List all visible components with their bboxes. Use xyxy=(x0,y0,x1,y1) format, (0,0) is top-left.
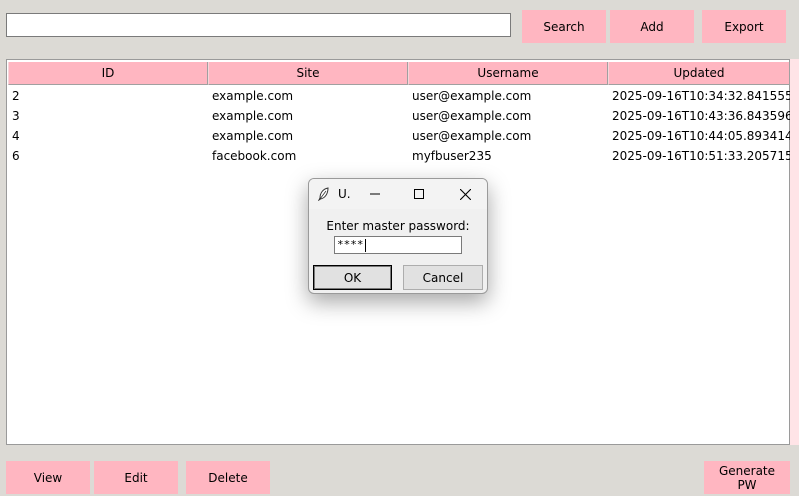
maximize-icon[interactable] xyxy=(409,185,429,203)
table-row[interactable]: 6 facebook.com myfbuser235 2025-09-16T10… xyxy=(7,147,793,167)
close-icon[interactable] xyxy=(455,185,475,203)
view-button[interactable]: View xyxy=(6,461,90,494)
master-password-field[interactable]: **** xyxy=(334,236,462,254)
cell-site: example.com xyxy=(212,109,294,123)
add-button[interactable]: Add xyxy=(610,10,694,43)
table-scroll-gutter xyxy=(790,59,799,445)
ok-button[interactable]: OK xyxy=(313,265,392,290)
search-input[interactable] xyxy=(6,13,511,37)
dialog-title: U. xyxy=(338,187,351,201)
cell-username: user@example.com xyxy=(412,89,532,103)
edit-button[interactable]: Edit xyxy=(94,461,178,494)
search-button[interactable]: Search xyxy=(522,10,606,43)
cell-site: example.com xyxy=(212,129,294,143)
column-header-id[interactable]: ID xyxy=(8,62,208,85)
cell-site: facebook.com xyxy=(212,149,297,163)
column-header-updated[interactable]: Updated xyxy=(608,62,790,85)
table-row[interactable]: 3 example.com user@example.com 2025-09-1… xyxy=(7,107,793,127)
cell-id: 2 xyxy=(12,89,20,103)
dialog-titlebar[interactable]: U. xyxy=(309,179,487,209)
cell-site: example.com xyxy=(212,89,294,103)
cell-updated: 2025-09-16T10:44:05.893414 xyxy=(612,129,793,143)
password-prompt-label: Enter master password: xyxy=(326,219,470,233)
feather-icon xyxy=(317,187,330,202)
minimize-icon[interactable] xyxy=(365,185,385,203)
top-toolbar: Search Add Export xyxy=(0,0,799,52)
cell-updated: 2025-09-16T10:34:32.841555 xyxy=(612,89,793,103)
table-row[interactable]: 2 example.com user@example.com 2025-09-1… xyxy=(7,87,793,107)
cell-updated: 2025-09-16T10:51:33.205715 xyxy=(612,149,793,163)
cancel-button[interactable]: Cancel xyxy=(403,265,483,290)
cell-username: user@example.com xyxy=(412,129,532,143)
table-row[interactable]: 4 example.com user@example.com 2025-09-1… xyxy=(7,127,793,147)
generate-password-button[interactable]: Generate PW xyxy=(704,461,790,494)
masked-password-value: **** xyxy=(337,238,364,251)
delete-button[interactable]: Delete xyxy=(186,461,270,494)
text-caret xyxy=(364,238,366,252)
master-password-dialog: U. Enter master password: **** OK Cancel xyxy=(308,178,488,294)
column-header-username[interactable]: Username xyxy=(408,62,608,85)
cell-id: 4 xyxy=(12,129,20,143)
bottom-toolbar: View Edit Delete Generate PW xyxy=(0,452,799,496)
cell-updated: 2025-09-16T10:43:36.843596 xyxy=(612,109,793,123)
table-header: ID Site Username Updated xyxy=(7,60,790,87)
cell-username: user@example.com xyxy=(412,109,532,123)
export-button[interactable]: Export xyxy=(702,10,786,43)
column-header-site[interactable]: Site xyxy=(208,62,408,85)
cell-username: myfbuser235 xyxy=(412,149,492,163)
cell-id: 6 xyxy=(12,149,20,163)
cell-id: 3 xyxy=(12,109,20,123)
